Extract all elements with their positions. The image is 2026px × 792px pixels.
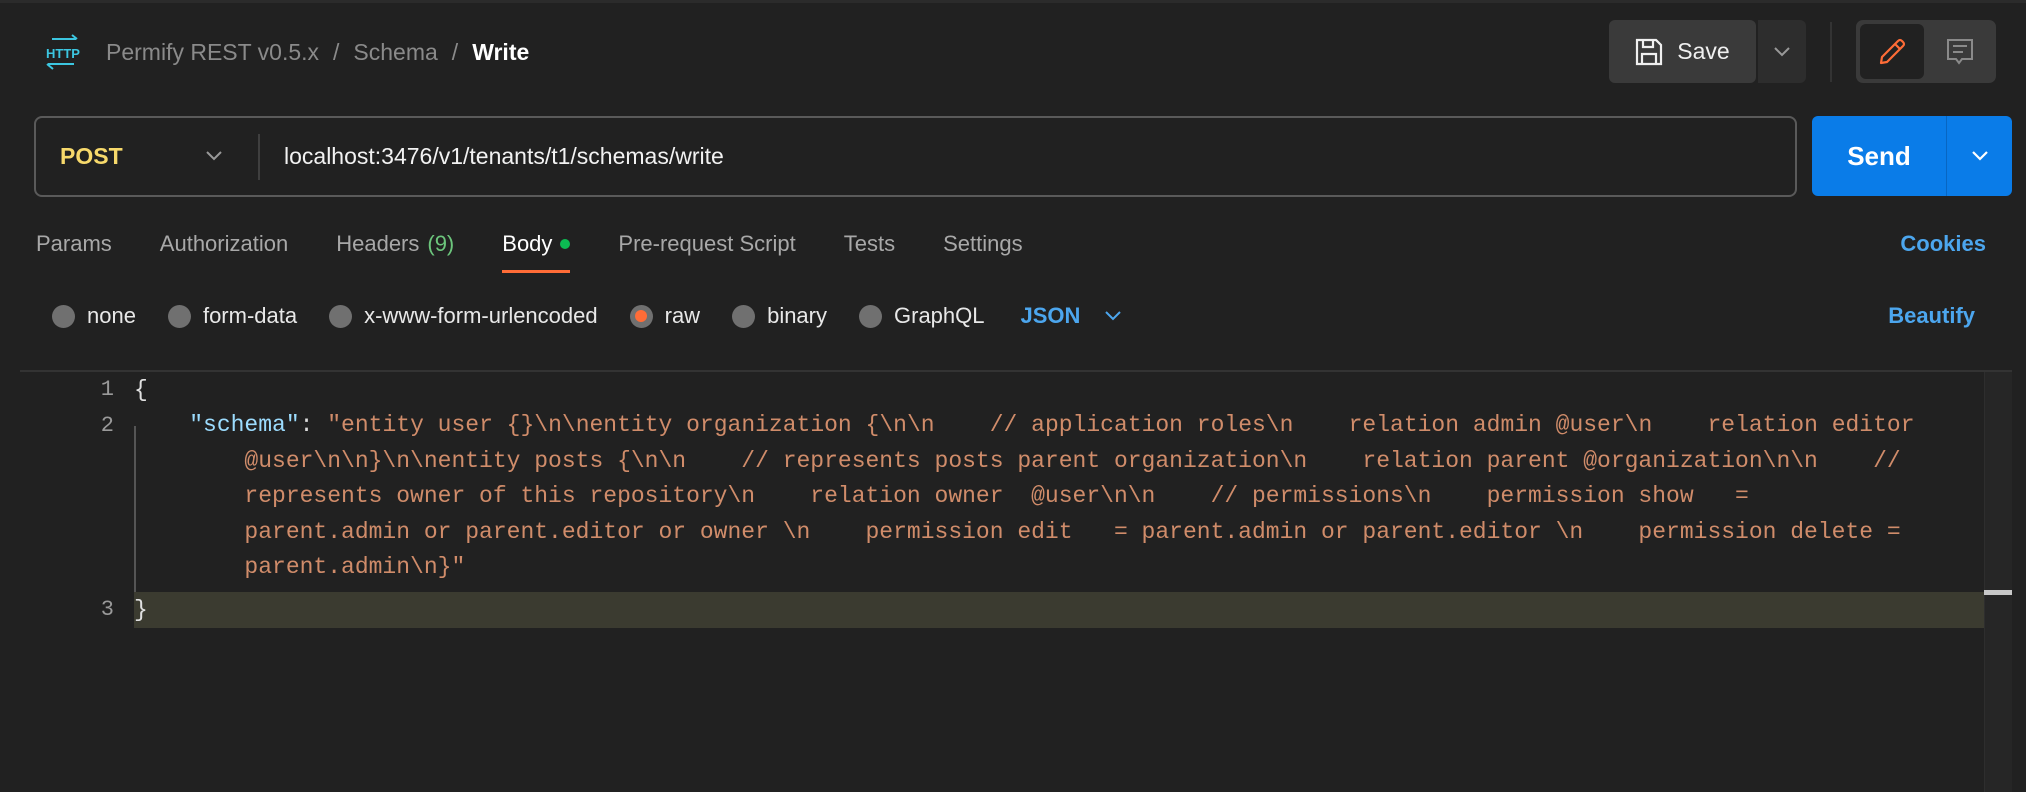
save-options-button[interactable]: [1758, 20, 1806, 83]
line-number: 3: [100, 597, 114, 622]
divider: [1830, 22, 1832, 82]
save-button[interactable]: Save: [1609, 20, 1756, 83]
current-line-highlight: [134, 592, 1984, 628]
format-select[interactable]: JSON: [1021, 303, 1123, 329]
radio-circle-icon: [859, 304, 882, 328]
tab-label: Headers: [336, 231, 420, 256]
body-type-selector: none form-data x-www-form-urlencoded raw…: [52, 298, 1122, 334]
tab-tests[interactable]: Tests: [844, 231, 895, 257]
http-icon: HTTP: [46, 34, 80, 70]
radio-label: form-data: [202, 303, 298, 328]
radio-circle-icon: [167, 304, 191, 328]
breadcrumb-request[interactable]: Write: [472, 39, 529, 66]
radio-label: binary: [767, 303, 827, 328]
scrollbar-thumb[interactable]: [1984, 590, 2012, 595]
method-label: POST: [60, 143, 123, 169]
chevron-down-icon[interactable]: [204, 144, 224, 168]
modified-dot-icon: [560, 239, 571, 249]
radio-binary[interactable]: binary: [732, 303, 827, 329]
format-label: JSON: [1020, 303, 1081, 328]
tab-params[interactable]: Params: [36, 231, 112, 257]
line-number: 1: [100, 377, 114, 402]
tab-settings[interactable]: Settings: [943, 231, 1023, 257]
comment-icon: [1947, 38, 1973, 65]
chevron-down-icon: [1105, 311, 1122, 321]
code-line-3: }: [134, 597, 148, 623]
breadcrumb-separator: /: [333, 38, 340, 65]
save-label: Save: [1677, 38, 1730, 64]
tab-headers[interactable]: Headers (9): [336, 231, 454, 257]
radio-none[interactable]: none: [52, 303, 136, 329]
url-input[interactable]: localhost:3476/v1/tenants/t1/schemas/wri…: [284, 118, 724, 195]
radio-x-www-form-urlencoded[interactable]: x-www-form-urlencoded: [329, 303, 598, 329]
send-options-button[interactable]: [1947, 116, 2012, 196]
breadcrumb-folder[interactable]: Schema: [353, 39, 437, 66]
tab-label: Pre-request Script: [618, 231, 796, 256]
send-button-group: Send: [1812, 116, 2012, 196]
radio-graphql[interactable]: GraphQL: [859, 303, 985, 329]
radio-form-data[interactable]: form-data: [167, 303, 298, 329]
radio-raw[interactable]: raw: [629, 303, 701, 329]
radio-label: raw: [664, 303, 701, 328]
tab-label: Authorization: [159, 231, 289, 256]
divider: [258, 134, 260, 180]
tab-label: Tests: [843, 231, 896, 256]
code-line-1: {: [134, 377, 148, 403]
radio-circle-icon: [732, 304, 756, 328]
json-string-value: "entity user {}\n\nentity organization {…: [244, 412, 1929, 581]
edit-mode-button[interactable]: [1860, 24, 1924, 79]
request-tabs: Params Authorization Headers (9) Body Pre…: [36, 226, 1071, 273]
svg-text:HTTP: HTTP: [46, 46, 80, 61]
chevron-down-icon: [1971, 151, 1988, 161]
send-button[interactable]: Send: [1812, 116, 1946, 196]
pencil-icon: [1879, 38, 1906, 64]
code-line-2: "schema": "entity user {}\n\nentity orga…: [134, 408, 1924, 586]
save-icon: [1636, 38, 1663, 65]
chevron-down-icon: [1774, 46, 1790, 56]
cookies-link[interactable]: Cookies: [1900, 226, 1986, 262]
radio-circle-icon: [52, 304, 75, 328]
breadcrumb-collection[interactable]: Permify REST v0.5.x: [106, 39, 319, 66]
tab-label: Body: [502, 231, 553, 256]
tab-pre-request-script[interactable]: Pre-request Script: [618, 231, 795, 257]
method-select[interactable]: POST: [60, 118, 123, 195]
beautify-link[interactable]: Beautify: [1888, 298, 1975, 334]
json-key: "schema": [189, 412, 300, 438]
tab-authorization[interactable]: Authorization: [160, 231, 288, 257]
json-colon: :: [299, 412, 328, 438]
tab-body[interactable]: Body: [502, 231, 571, 273]
radio-circle-icon: [329, 304, 353, 328]
view-toggle: [1856, 20, 1996, 83]
comments-button[interactable]: [1928, 24, 1992, 79]
url-bar: POST localhost:3476/v1/tenants/t1/schema…: [34, 116, 1797, 197]
breadcrumb: HTTP Permify REST v0.5.x / Schema / Writ…: [44, 34, 529, 70]
tab-label: Settings: [943, 231, 1023, 256]
radio-label: GraphQL: [894, 303, 985, 328]
radio-selected-icon: [629, 304, 653, 328]
top-border: [0, 0, 2026, 3]
radio-label: x-www-form-urlencoded: [364, 303, 598, 328]
tab-label: Params: [36, 231, 112, 256]
breadcrumb-separator: /: [451, 38, 459, 65]
editor-scrollbar[interactable]: [1984, 372, 2012, 792]
headers-count: (9): [427, 231, 455, 256]
code-editor[interactable]: 1 2 3 { "schema": "entity user {}\n\nent…: [20, 370, 2012, 792]
line-number: 2: [100, 413, 114, 438]
radio-label: none: [87, 303, 136, 328]
